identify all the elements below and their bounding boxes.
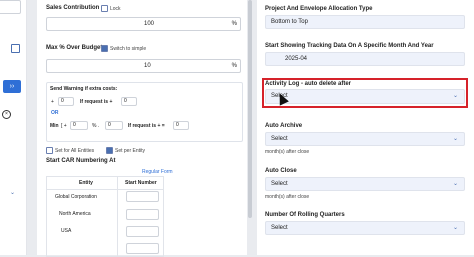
max-over-budget-label: Max % Over Budget <box>46 45 103 51</box>
table-row <box>47 241 163 256</box>
tracking-data-label: Start Showing Tracking Data On A Specifi… <box>265 43 434 49</box>
activity-log-select[interactable]: Select ⌄ <box>265 89 465 104</box>
entity-name: USA <box>61 228 72 234</box>
chevron-down-icon: ⌄ <box>452 181 458 187</box>
entity-table: Entity Start Number Global Corporation N… <box>46 176 164 257</box>
rolling-quarters-select[interactable]: Select ⌄ <box>265 221 465 235</box>
row2-if-label: If request is + = <box>128 123 165 129</box>
percent-label: % <box>231 21 237 27</box>
left-panel: Sales Contribution Lock 100 % Max % Over… <box>37 0 247 257</box>
table-row: Global Corporation <box>47 189 163 205</box>
row1-input-2-value: 0 <box>124 98 127 104</box>
set-per-box[interactable] <box>106 147 113 154</box>
send-warning-box: Send Warning if extra costs: + 0 If requ… <box>46 82 243 142</box>
send-warning-label: Send Warning if extra costs: <box>50 86 118 92</box>
row1-if-label: If request is + <box>80 99 113 105</box>
lock-checkbox[interactable]: Lock <box>101 5 121 12</box>
set-all-radio[interactable]: Set for All Entities <box>46 147 94 154</box>
min-label: Min <box>50 123 59 129</box>
sales-contribution-value: 100 <box>144 21 155 27</box>
rolling-quarters-value: Select <box>271 225 288 231</box>
entity-name: Global Corporation <box>55 194 97 200</box>
set-per-label: Set per Entity <box>115 147 146 154</box>
project-allocation-value: Bottom to Top <box>271 19 308 25</box>
sales-contribution-label: Sales Contribution <box>46 5 100 11</box>
row2-input-2[interactable]: 0 <box>105 121 123 130</box>
chevron-down-icon: ⌄ <box>452 225 458 231</box>
right-panel: Project And Envelope Allocation Type Bot… <box>257 0 474 255</box>
switch-simple-box[interactable] <box>101 45 108 52</box>
start-number-input[interactable] <box>126 226 159 237</box>
row1-input-1-value: 0 <box>61 98 64 104</box>
warning-row-1: + <box>51 99 54 105</box>
regular-form-link[interactable]: Regular Form <box>142 169 173 175</box>
left-strip-input[interactable] <box>0 0 21 14</box>
table-row: North America <box>47 207 163 223</box>
project-allocation-label: Project And Envelope Allocation Type <box>265 6 373 12</box>
start-car-label: Start CAR Numbering At <box>46 158 116 164</box>
or-label: OR <box>51 110 59 116</box>
switch-simple-checkbox[interactable]: Switch to simple <box>101 45 146 52</box>
auto-close-value: Select <box>271 181 288 187</box>
lock-label: Lock <box>110 5 121 12</box>
row2-input-1-value: 0 <box>73 122 76 128</box>
left-strip: ›› × ⌄ <box>0 0 27 255</box>
row1-input-2[interactable]: 0 <box>121 97 137 106</box>
max-over-budget-value: 10 <box>144 63 151 69</box>
chevron-down-icon[interactable]: ⌄ <box>10 189 15 196</box>
row2-input-3[interactable]: 0 <box>173 121 189 130</box>
rolling-quarters-label: Number Of Rolling Quarters <box>265 212 345 218</box>
row2-open: [ + <box>61 123 67 129</box>
chevron-down-icon: ⌄ <box>452 136 458 142</box>
set-per-radio[interactable]: Set per Entity <box>106 147 145 154</box>
row2-input-2-value: 0 <box>108 122 111 128</box>
sales-contribution-input[interactable]: 100 % <box>46 17 241 31</box>
row2-pct: % . <box>92 123 100 129</box>
close-icon[interactable]: × <box>2 110 11 119</box>
row1-plus: + <box>51 99 54 105</box>
max-over-budget-input[interactable]: 10 % <box>46 59 241 73</box>
auto-close-label: Auto Close <box>265 168 297 174</box>
row2-input-3-value: 0 <box>176 122 179 128</box>
entity-header: Entity <box>79 180 93 186</box>
tracking-month-input[interactable]: 2025-04 <box>265 52 465 66</box>
auto-close-select[interactable]: Select ⌄ <box>265 177 465 191</box>
lock-checkbox-box[interactable] <box>101 5 108 12</box>
auto-archive-value: Select <box>271 136 288 142</box>
entity-name: North America <box>59 211 91 217</box>
auto-close-hint: month(s) after close <box>265 194 310 200</box>
table-row: USA <box>47 224 163 240</box>
start-number-header: Start Number <box>125 180 157 186</box>
start-number-input[interactable] <box>126 191 159 202</box>
tracking-month-value: 2025-04 <box>285 56 308 62</box>
switch-simple-label: Switch to simple <box>110 45 147 52</box>
row2-input-1[interactable]: 0 <box>70 121 88 130</box>
start-number-input[interactable] <box>126 243 159 254</box>
auto-archive-select[interactable]: Select ⌄ <box>265 132 465 146</box>
chevron-down-icon: ⌄ <box>452 93 458 99</box>
double-arrow-icon[interactable]: ›› <box>3 80 21 93</box>
project-allocation-select[interactable]: Bottom to Top <box>265 15 465 29</box>
start-number-input[interactable] <box>126 209 159 220</box>
calendar-icon[interactable] <box>11 44 20 53</box>
auto-archive-hint: month(s) after close <box>265 149 310 155</box>
activity-log-label: Activity Log - auto delete after <box>265 81 352 87</box>
row1-input-1[interactable]: 0 <box>58 97 74 106</box>
percent-label-2: % <box>231 63 237 69</box>
auto-archive-label: Auto Archive <box>265 123 303 129</box>
set-all-box[interactable] <box>46 147 53 154</box>
set-all-label: Set for All Entities <box>55 147 95 154</box>
left-scrollbar[interactable] <box>248 0 252 218</box>
